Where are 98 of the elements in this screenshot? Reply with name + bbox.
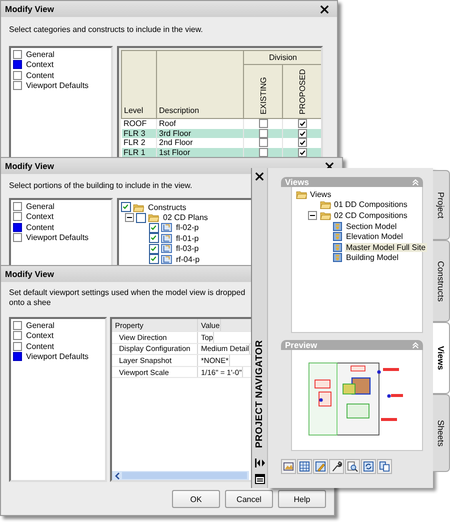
tree-item[interactable]: fl-02-p — [174, 223, 199, 232]
column-header[interactable]: EXISTING — [258, 74, 268, 116]
instruction-text: Select portions of the building to include in the view. — [9, 181, 192, 191]
checkbox[interactable] — [258, 148, 268, 157]
window-title: Modify View — [5, 161, 54, 171]
instruction-text: Select categories and constructs to include in the view. — [9, 25, 203, 35]
dialog-button[interactable]: OK — [172, 490, 220, 508]
toolbar-button[interactable] — [297, 459, 312, 474]
checkbox[interactable] — [149, 254, 159, 264]
folder-icon — [148, 213, 159, 222]
document-icon — [161, 234, 172, 243]
image-icon — [283, 461, 294, 472]
close-icon[interactable] — [320, 4, 329, 14]
copy-icon — [379, 461, 390, 472]
category-item[interactable]: Content — [13, 341, 103, 352]
grid-icon — [299, 461, 310, 472]
checkbox[interactable] — [258, 128, 268, 138]
table-row[interactable]: FLR 1 1st Floor — [122, 148, 321, 157]
column-header: Division — [244, 50, 321, 64]
refresh-icon — [363, 461, 374, 472]
toolbar-button[interactable] — [361, 459, 376, 474]
magnifier-icon — [347, 461, 358, 472]
tree-item[interactable]: 01 DD Compositions — [333, 200, 408, 210]
model-icon — [332, 222, 343, 231]
tree-item[interactable]: Views — [309, 190, 332, 199]
column-header[interactable]: Level — [122, 50, 156, 118]
folder-icon — [320, 200, 331, 210]
toolbar-button[interactable] — [329, 459, 344, 474]
model-icon — [332, 232, 343, 242]
panel-title: PROJECT NAVIGATOR — [254, 340, 265, 448]
checkbox[interactable] — [149, 244, 159, 254]
category-item[interactable]: Context — [13, 330, 103, 341]
checkbox[interactable] — [258, 138, 268, 148]
tree-item[interactable]: Building Model — [345, 253, 400, 262]
checkbox[interactable] — [298, 148, 308, 157]
category-item[interactable]: Context — [13, 212, 109, 222]
toolbar-button[interactable] — [281, 459, 296, 474]
panel-icon[interactable] — [254, 474, 264, 484]
checkbox[interactable] — [149, 233, 159, 244]
scrollbar[interactable] — [112, 471, 249, 480]
tree-item[interactable]: fl-01-p — [174, 234, 199, 243]
folder-icon — [133, 202, 144, 212]
dialog-button[interactable]: Help — [278, 490, 326, 508]
model-icon — [332, 253, 343, 262]
category-item[interactable]: Viewport Defaults — [13, 352, 103, 362]
tree-item[interactable]: rf-04-p — [174, 254, 200, 264]
tree-item[interactable]: Constructs — [146, 202, 186, 212]
checkbox[interactable] — [136, 212, 146, 223]
table-cell: 3rd Floor — [156, 128, 244, 138]
scrollbar-thumb[interactable] — [122, 472, 247, 479]
folder-icon — [296, 190, 307, 199]
pencil-icon — [315, 461, 326, 472]
document-icon — [161, 244, 172, 254]
tree-item[interactable]: Section Model — [345, 222, 398, 231]
checkbox[interactable] — [298, 119, 308, 128]
checkbox[interactable] — [258, 119, 268, 128]
table-cell: FLR 3 — [122, 128, 156, 138]
tree-item[interactable]: 02 CD Plans — [161, 213, 208, 222]
wrench-icon — [331, 461, 342, 472]
document-icon — [161, 254, 172, 264]
collapse-icon[interactable] — [308, 210, 317, 220]
window-title: Modify View — [5, 269, 54, 279]
tab[interactable]: Constructs — [433, 240, 450, 322]
collapse-icon[interactable] — [125, 213, 134, 222]
tab[interactable]: Views — [433, 322, 450, 394]
instruction-text: Set default viewport settings used when the model view is dropped onto a shee — [9, 288, 246, 308]
tab[interactable]: Sheets — [433, 394, 450, 472]
checkbox[interactable] — [298, 128, 308, 138]
dialog-button[interactable]: Cancel — [225, 490, 273, 508]
table-row[interactable]: FLR 3 3rd Floor — [122, 128, 321, 138]
category-item[interactable]: General — [13, 201, 109, 212]
category-item[interactable]: Content — [13, 222, 109, 232]
tree-item[interactable]: 02 CD Compositions — [333, 210, 408, 220]
section-title: Views — [285, 177, 309, 187]
toolbar-button[interactable] — [345, 459, 360, 474]
tab[interactable]: Project — [433, 170, 450, 240]
category-item[interactable]: Content — [13, 70, 109, 80]
section-title: Preview — [285, 340, 318, 350]
checkbox[interactable] — [298, 138, 308, 148]
category-item[interactable]: Context — [13, 60, 109, 70]
tree-item[interactable]: Master Model Full Site — [345, 242, 427, 252]
category-item[interactable]: Viewport Defaults — [13, 80, 109, 91]
toolbar-button[interactable] — [377, 459, 392, 474]
double-arrow-icon[interactable] — [254, 458, 264, 468]
document-icon — [161, 223, 172, 232]
toolbar-button[interactable] — [313, 459, 328, 474]
column-header[interactable]: Description — [156, 50, 244, 118]
tree-item[interactable]: fl-03-p — [174, 244, 199, 254]
category-item[interactable]: General — [13, 49, 109, 60]
window-title: Modify View — [5, 4, 54, 14]
category-item[interactable]: General — [13, 320, 103, 330]
checkbox[interactable] — [121, 202, 131, 212]
tree-item[interactable]: Elevation Model — [345, 232, 404, 242]
folder-icon — [320, 210, 331, 220]
category-item[interactable]: Viewport Defaults — [13, 232, 109, 243]
close-icon[interactable] — [255, 172, 264, 181]
checkbox[interactable] — [149, 222, 159, 233]
model-icon — [332, 242, 343, 252]
